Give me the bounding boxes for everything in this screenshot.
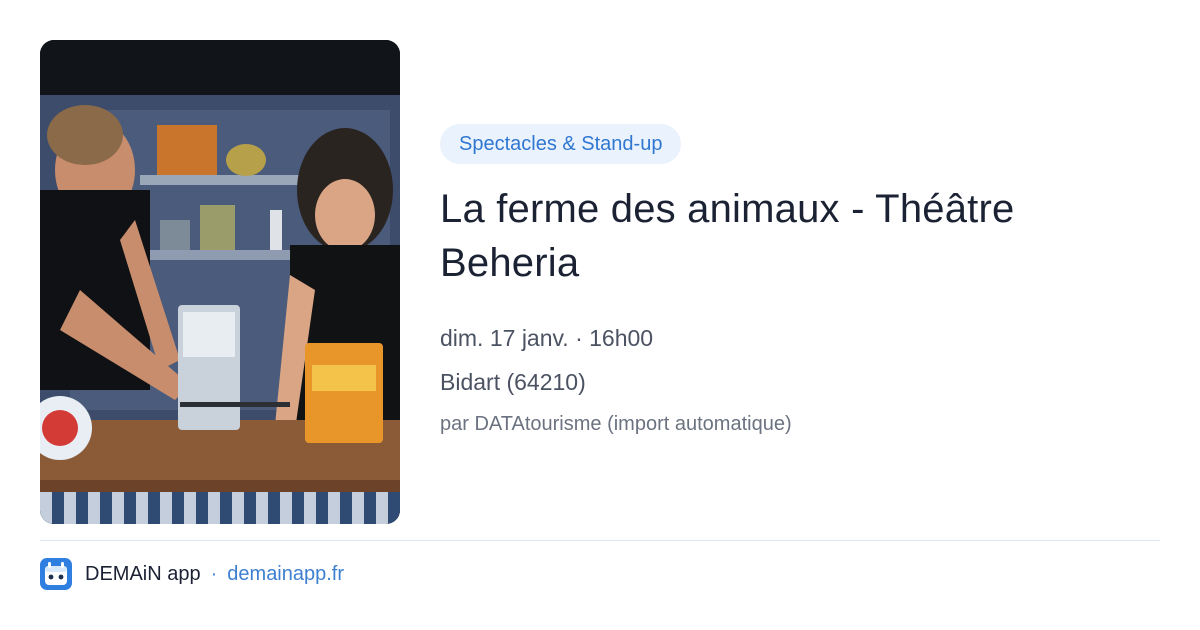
- divider: [40, 540, 1160, 541]
- event-info: Spectacles & Stand-up La ferme des anima…: [440, 124, 1160, 444]
- domain-link[interactable]: demainapp.fr: [227, 563, 344, 586]
- brand-name: DEMAiN app: [85, 562, 201, 585]
- event-datetime: dim. 17 janv. · 16h00: [440, 325, 654, 351]
- footer-separator: ·: [210, 562, 218, 585]
- event-location: Bidart (64210): [440, 369, 586, 395]
- demain-app-logo-icon: [40, 558, 72, 590]
- event-title[interactable]: La ferme des animaux - Théâtre Beheria: [440, 182, 1160, 290]
- event-photo: [40, 40, 400, 524]
- footer: DEMAiN app · demainapp.fr: [40, 558, 344, 590]
- event-meta: dim. 17 janv. · 16h00 Bidart (64210) par…: [440, 316, 1160, 444]
- category-chip[interactable]: Spectacles & Stand-up: [440, 124, 682, 164]
- event-source: par DATAtourisme (import automatique): [440, 413, 792, 435]
